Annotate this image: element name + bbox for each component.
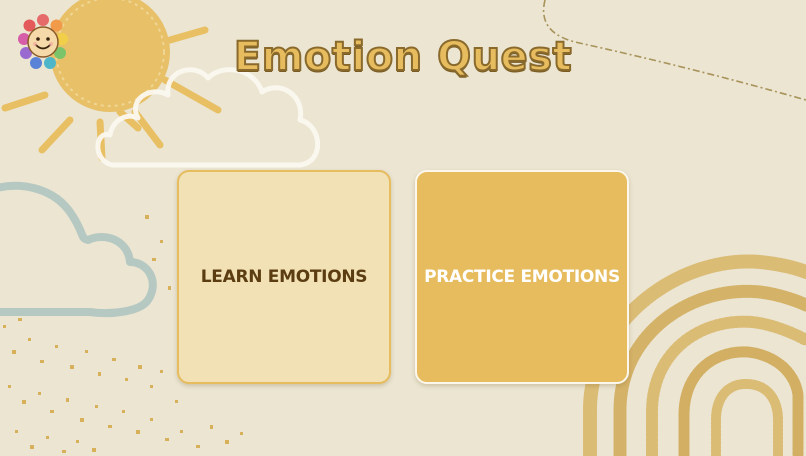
game-title: Emotion Quest (233, 33, 573, 81)
game-screen: Emotion Quest LEARN EMOTIONS PRACTICE EM… (0, 0, 806, 456)
teal-cloud-icon (0, 181, 157, 318)
learn-emotions-button[interactable]: LEARN EMOTIONS (177, 170, 391, 384)
practice-emotions-label: PRACTICE EMOTIONS (424, 267, 620, 287)
practice-emotions-button[interactable]: PRACTICE EMOTIONS (415, 170, 629, 384)
learn-emotions-label: LEARN EMOTIONS (200, 267, 368, 287)
